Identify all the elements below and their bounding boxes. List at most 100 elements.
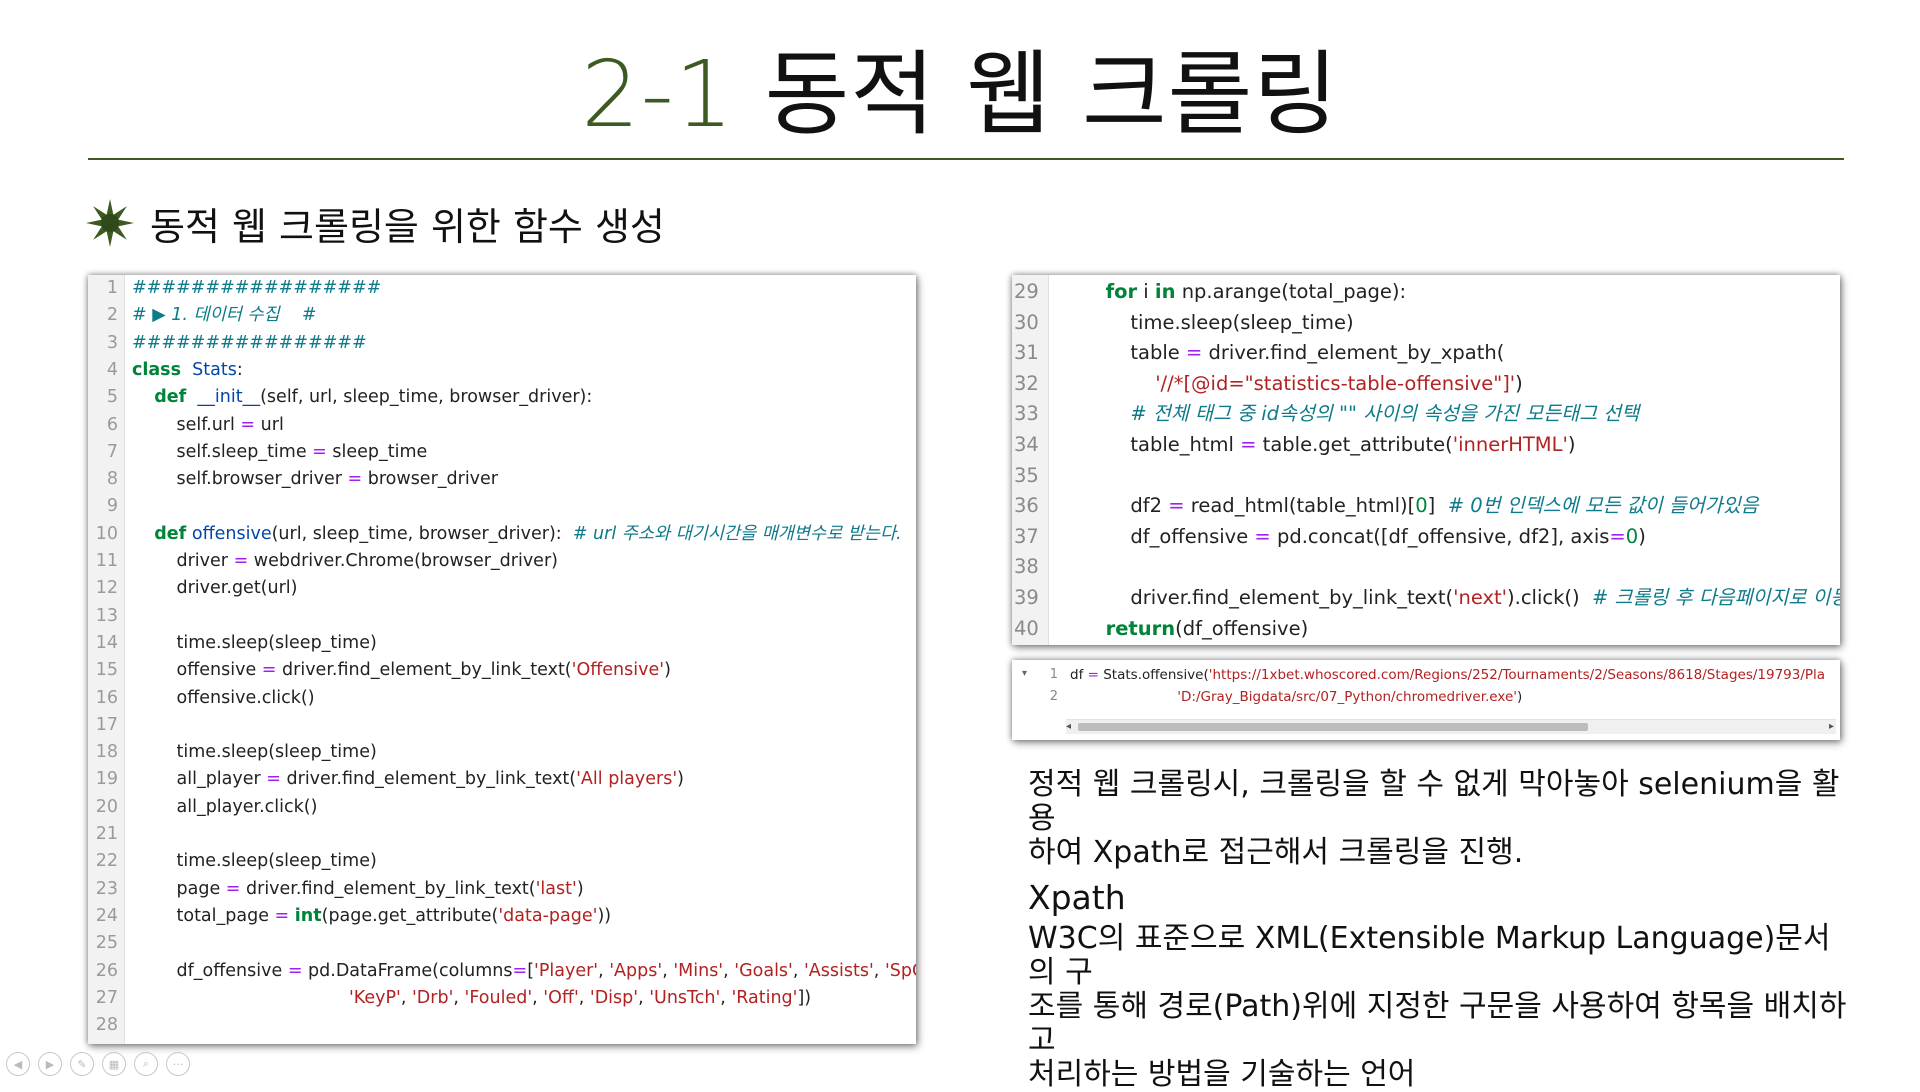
- code-token: ): [1516, 689, 1523, 705]
- code-token: ).click(): [1507, 586, 1593, 609]
- code-token: driver.find_element_by_link_text(: [276, 660, 572, 681]
- code-token: in: [1154, 280, 1176, 303]
- line-number: 13: [95, 605, 118, 626]
- prev-icon[interactable]: ◀: [6, 1052, 30, 1076]
- code-line: 7 self.sleep_time = sleep_time: [88, 439, 916, 466]
- code-text: all_player = driver.find_element_by_link…: [132, 766, 684, 793]
- code-token: =: [225, 878, 241, 899]
- line-number: 5: [106, 387, 118, 408]
- line-number: 3: [106, 332, 118, 353]
- code-text: '//*[@id="statistics-table-offensive"]'): [1056, 369, 1523, 400]
- zoom-icon[interactable]: ⌕: [134, 1052, 158, 1076]
- code-token: 'last': [535, 878, 577, 899]
- code-token: ): [664, 660, 671, 681]
- scrollbar-thumb[interactable]: [1078, 723, 1588, 731]
- code-line: 2 # ▶ 1. 데이터 수집 #: [88, 302, 916, 329]
- code-token: self.sleep_time: [132, 441, 313, 462]
- code-token: ,: [400, 987, 412, 1008]
- code-line: 23 page = driver.find_element_by_link_te…: [88, 876, 916, 903]
- code-text: df2 = read_html(table_html)[0] # 0번 인덱스에…: [1056, 491, 1758, 522]
- code-text: def __init__(self, url, sleep_time, brow…: [132, 384, 592, 411]
- code-text: time.sleep(sleep_time): [132, 630, 377, 657]
- code-line: 8 self.browser_driver = browser_driver: [88, 466, 916, 493]
- code-token: offensive: [191, 523, 272, 544]
- code-token: 'next': [1453, 586, 1508, 609]
- line-number: 12: [95, 578, 118, 599]
- code-token: total_page: [132, 905, 275, 926]
- code-line: 18 time.sleep(sleep_time): [88, 739, 916, 766]
- code-token: 'https://1xbet.whoscored.com/Regions/252…: [1208, 667, 1826, 683]
- code-line: 25: [88, 930, 916, 957]
- code-token: def: [154, 523, 187, 544]
- code-token: =: [1168, 494, 1185, 518]
- xpath-definition: W3C의 표준으로 XML(Extensible Markup Language…: [1028, 922, 1848, 1092]
- code-token: 'Player': [534, 960, 599, 981]
- line-number: 20: [95, 796, 118, 817]
- code-text: return(df_offensive): [1056, 614, 1309, 645]
- star-bullet-icon: [86, 199, 134, 247]
- code-token: =: [1254, 524, 1271, 548]
- code-token: table_html: [1056, 433, 1241, 456]
- code-line: 31 table = driver.find_element_by_xpath(: [1012, 338, 1840, 369]
- code-token: =: [266, 769, 281, 790]
- line-number: 33: [1014, 402, 1039, 426]
- line-number: 10: [95, 523, 118, 544]
- code-token: =: [261, 660, 277, 681]
- code-token: page: [132, 878, 226, 899]
- code-line: 15 offensive = driver.find_element_by_li…: [88, 657, 916, 684]
- line-number: 16: [95, 687, 118, 708]
- code-token: 0: [1415, 494, 1428, 518]
- next-icon[interactable]: ▶: [38, 1052, 62, 1076]
- code-token: read_html(table_html)[: [1184, 494, 1416, 518]
- code-text: offensive = driver.find_element_by_link_…: [132, 657, 671, 684]
- code-token: driver.find_element_by_link_text(: [1056, 586, 1454, 609]
- code-token: ): [1638, 524, 1646, 548]
- code-text: 'D:/Gray_Bigdata/src/07_Python/chromedri…: [1070, 686, 1522, 708]
- more-icon[interactable]: ···: [166, 1052, 190, 1076]
- code-token: ,: [578, 987, 590, 1008]
- code-token: =: [347, 469, 363, 490]
- code-token: def: [154, 387, 187, 408]
- code-token: =: [287, 960, 303, 981]
- code-token: 'SpG': [884, 960, 916, 981]
- scroll-right-icon[interactable]: ▸: [1829, 720, 1834, 734]
- code-token: ,: [723, 960, 735, 981]
- code-text: #################: [132, 275, 381, 302]
- code-token: ): [1567, 433, 1576, 456]
- console-line: 2 'D:/Gray_Bigdata/src/07_Python/chromed…: [1012, 686, 1840, 708]
- title-text: 동적 웹 크롤링: [764, 41, 1339, 148]
- scroll-left-icon[interactable]: ◂: [1066, 720, 1071, 734]
- code-line: 37 df_offensive = pd.concat([df_offensiv…: [1012, 522, 1840, 553]
- code-token: int: [294, 905, 322, 926]
- xpath-heading: Xpath: [1028, 878, 1126, 917]
- code-text: offensive.click(): [132, 685, 315, 712]
- line-number: 37: [1014, 524, 1039, 548]
- code-token: 'UnsTch': [649, 987, 721, 1008]
- code-line: 1 #################: [88, 275, 916, 302]
- slides-icon[interactable]: ▦: [102, 1052, 126, 1076]
- code-line: 3 ################: [88, 330, 916, 357]
- code-token: 'All players': [576, 769, 678, 790]
- code-text: page = driver.find_element_by_link_text(…: [132, 876, 584, 903]
- code-token: =: [1185, 341, 1203, 365]
- line-number: 17: [95, 714, 118, 735]
- code-token: url: [255, 414, 284, 435]
- code-token: time.sleep(sleep_time): [132, 742, 377, 763]
- pen-icon[interactable]: ✎: [70, 1052, 94, 1076]
- title-number: 2-1: [581, 41, 735, 148]
- code-line: 20 all_player.click(): [88, 794, 916, 821]
- description-text: 정적 웹 크롤링시, 크롤링을 할 수 없게 막아놓아 selenium을 활용…: [1028, 768, 1848, 870]
- line-number: 24: [95, 905, 118, 926]
- code-token: Stats.offensive(: [1098, 667, 1209, 683]
- line-number: 2: [106, 305, 118, 326]
- code-text: def offensive(url, sleep_time, browser_d…: [132, 521, 901, 548]
- horizontal-scrollbar[interactable]: ◂ ▸: [1066, 719, 1836, 734]
- code-token: 0: [1625, 524, 1639, 548]
- code-token: ,: [598, 960, 610, 981]
- line-number: 30: [1014, 310, 1039, 334]
- subheading-text: 동적 웹 크롤링을 위한 함수 생성: [150, 204, 665, 249]
- code-text: time.sleep(sleep_time): [132, 739, 377, 766]
- code-token: ,: [453, 987, 465, 1008]
